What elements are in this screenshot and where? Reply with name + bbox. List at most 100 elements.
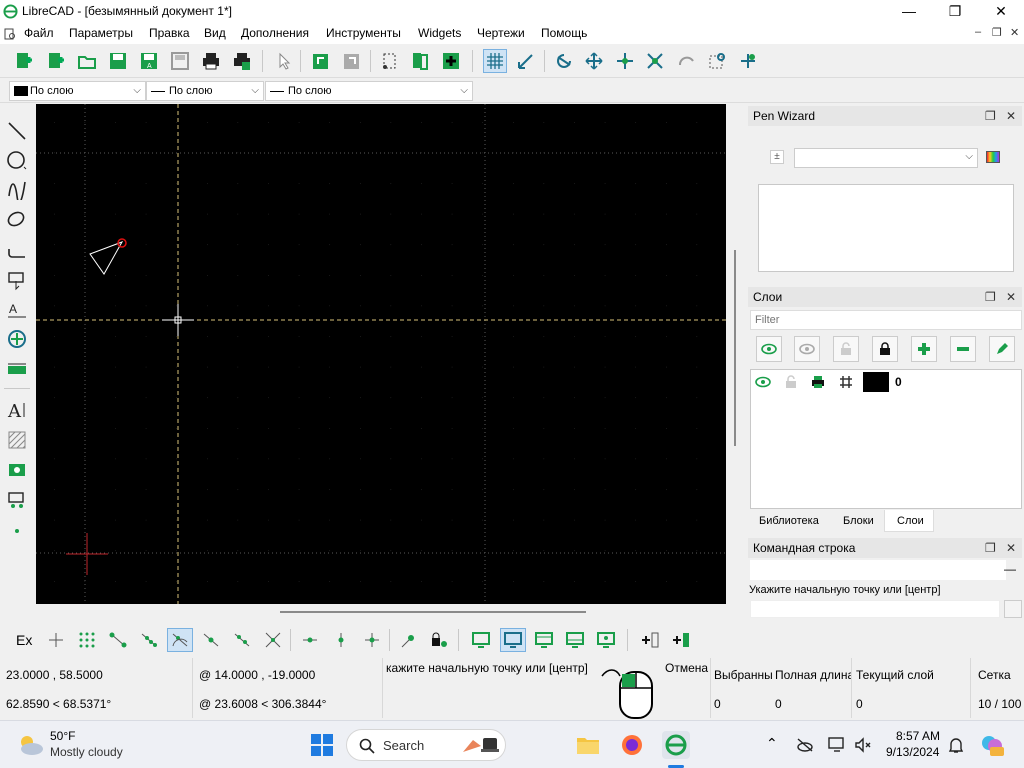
weather-description[interactable]: Mostly cloudy — [50, 745, 123, 759]
insert-block-icon[interactable] — [668, 628, 694, 652]
cloud-off-icon[interactable] — [796, 737, 814, 753]
undo-icon[interactable] — [309, 49, 333, 73]
draft-mode-icon[interactable] — [514, 49, 538, 73]
drawing-canvas[interactable] — [36, 104, 726, 604]
snap-middle-icon[interactable] — [198, 628, 224, 652]
document-icon[interactable] — [4, 28, 16, 40]
snap-distance-icon[interactable] — [229, 628, 255, 652]
save-as-icon[interactable]: A — [137, 49, 161, 73]
edit-layer-button[interactable] — [989, 336, 1015, 362]
maximize-button[interactable]: ❐ — [932, 0, 978, 24]
color-picker-icon[interactable] — [986, 151, 1000, 163]
circle-tool-icon[interactable] — [4, 147, 30, 173]
close-dock-icon[interactable]: ✕ — [1006, 287, 1016, 307]
redraw-icon[interactable] — [552, 49, 576, 73]
line-tool-icon[interactable] — [4, 118, 30, 144]
printer-icon[interactable] — [811, 375, 825, 389]
tab-library[interactable]: Библиотека — [759, 515, 819, 527]
remove-layer-button[interactable] — [950, 336, 976, 362]
snap-endpoint-icon[interactable] — [105, 628, 131, 652]
new-file-icon[interactable] — [12, 49, 36, 73]
layer-row[interactable]: 0 — [751, 370, 1021, 394]
windows-start-icon[interactable] — [308, 731, 336, 759]
scrollbar-thumb[interactable] — [280, 611, 586, 613]
view-layout-2-icon[interactable] — [500, 628, 526, 652]
float-dock-icon[interactable]: ❐ — [985, 538, 996, 558]
scrollbar-thumb[interactable] — [734, 250, 736, 446]
zoom-window-icon[interactable] — [705, 49, 729, 73]
image-tool-icon[interactable] — [4, 456, 30, 482]
zoom-in-icon[interactable] — [582, 49, 606, 73]
close-dock-icon[interactable]: ✕ — [1006, 106, 1016, 126]
print-icon[interactable] — [199, 49, 223, 73]
layer-filter-input[interactable] — [750, 310, 1022, 330]
mdi-restore-button[interactable]: ❐ — [992, 26, 1002, 39]
color-combo[interactable]: По слою ⌵ — [9, 81, 146, 101]
minimize-button[interactable]: — — [886, 0, 932, 24]
relative-zero-icon[interactable] — [396, 628, 422, 652]
menu-help[interactable]: Помощь — [541, 26, 587, 40]
close-dock-icon[interactable]: ✕ — [1006, 538, 1016, 558]
snap-on-entity-icon[interactable] — [136, 628, 162, 652]
redo-icon[interactable] — [340, 49, 364, 73]
new-from-template-icon[interactable] — [44, 49, 68, 73]
firefox-icon[interactable] — [618, 731, 646, 759]
view-layout-4-icon[interactable] — [562, 628, 588, 652]
zoom-out-icon[interactable] — [613, 49, 637, 73]
add-layer-button[interactable] — [911, 336, 937, 362]
zoom-previous-icon[interactable] — [674, 49, 698, 73]
add-block-icon[interactable] — [637, 628, 663, 652]
horizontal-scrollbar[interactable] — [36, 604, 726, 620]
menu-plugins[interactable]: Дополнения — [241, 26, 309, 40]
taskbar-search[interactable]: Search — [346, 729, 506, 761]
open-folder-icon[interactable] — [75, 49, 99, 73]
menu-edit[interactable]: Правка — [149, 26, 190, 40]
save-all-icon[interactable] — [168, 49, 192, 73]
text-tool-icon[interactable]: A — [4, 397, 30, 423]
mdi-close-button[interactable]: ✕ — [1010, 26, 1019, 39]
paste-icon[interactable] — [439, 49, 463, 73]
show-all-layers-button[interactable] — [756, 336, 782, 362]
command-line-options-button[interactable]: — — [1004, 562, 1016, 576]
lock-relative-zero-icon[interactable] — [426, 628, 452, 652]
line-type-combo[interactable]: По слою ⌵ — [265, 81, 473, 101]
snap-grid-icon[interactable] — [74, 628, 100, 652]
grid-toggle-icon[interactable] — [483, 49, 507, 73]
snap-center-icon[interactable] — [167, 628, 193, 652]
unlock-icon[interactable] — [785, 375, 797, 389]
zoom-auto-icon[interactable] — [643, 49, 667, 73]
select-tool-icon[interactable] — [4, 267, 30, 293]
block-tool-icon[interactable] — [4, 487, 30, 513]
polyline-tool-icon[interactable] — [4, 237, 30, 263]
menu-tools[interactable]: Инструменты — [326, 26, 401, 40]
command-input-scroll[interactable] — [1004, 600, 1022, 618]
librecad-taskbar-icon[interactable] — [662, 731, 690, 759]
zoom-pan-icon[interactable] — [736, 49, 760, 73]
mdi-minimize-button[interactable]: – — [975, 26, 981, 38]
command-input[interactable] — [750, 600, 1000, 618]
view-layout-1-icon[interactable] — [468, 628, 494, 652]
clock-time[interactable]: 8:57 AM — [896, 729, 940, 743]
modify-tool-icon[interactable] — [4, 326, 30, 352]
pen-wizard-combo[interactable]: ⌵ — [794, 148, 978, 168]
save-icon[interactable] — [106, 49, 130, 73]
menu-file[interactable]: Файл — [24, 26, 54, 40]
ellipse-tool-icon[interactable] — [4, 206, 30, 232]
hatch-tool-icon[interactable] — [4, 427, 30, 453]
select-pointer-icon[interactable] — [272, 49, 296, 73]
vertical-scrollbar[interactable] — [726, 104, 744, 604]
float-dock-icon[interactable]: ❐ — [985, 287, 996, 307]
construction-layer-icon[interactable] — [839, 375, 853, 389]
pen-wizard-palette-area[interactable] — [758, 184, 1014, 272]
snap-exclusive-button[interactable]: Ex — [16, 632, 32, 648]
chevron-up-icon[interactable]: ⌃ — [766, 735, 778, 752]
menu-view[interactable]: Вид — [204, 26, 226, 40]
cut-icon[interactable] — [377, 49, 401, 73]
menu-drawings[interactable]: Чертежи — [477, 26, 525, 40]
menu-widgets[interactable]: Widgets — [418, 26, 461, 40]
layer-color-swatch[interactable] — [863, 372, 889, 392]
display-icon[interactable] — [828, 736, 846, 754]
point-tool-icon[interactable] — [4, 518, 30, 544]
measure-tool-icon[interactable] — [4, 356, 30, 382]
copy-icon[interactable] — [408, 49, 432, 73]
